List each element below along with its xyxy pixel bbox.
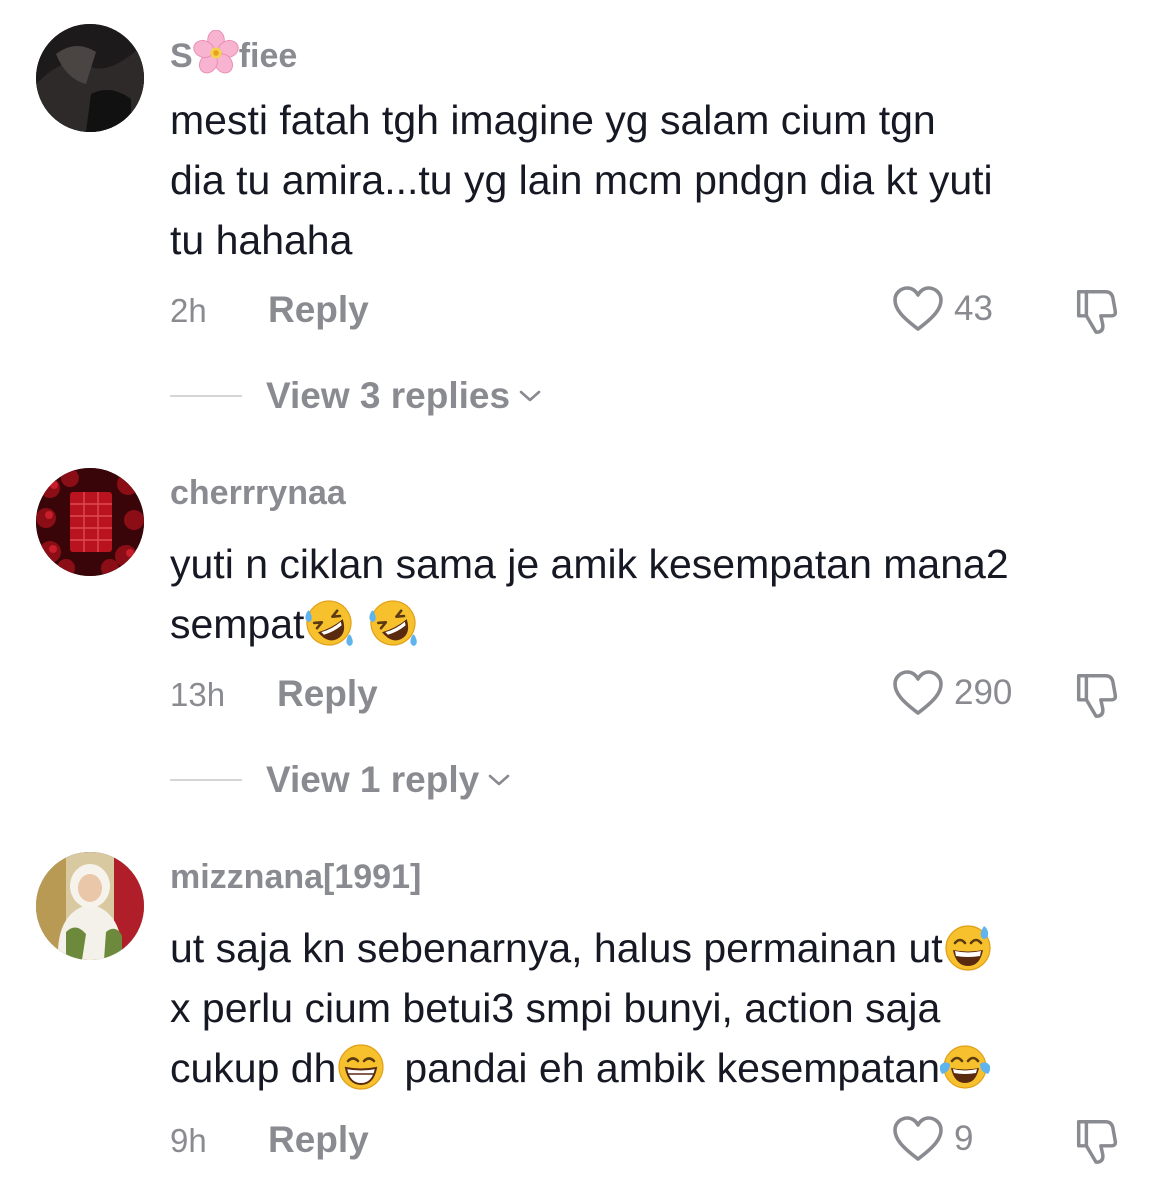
like-count: 43 (954, 289, 993, 328)
timestamp: 2h (170, 292, 207, 329)
heart-icon (892, 669, 944, 717)
rolling-on-floor-laughing-icon (304, 598, 354, 648)
timestamp: 13h (170, 676, 226, 713)
username[interactable]: mizznana[1991] (170, 858, 421, 897)
avatar[interactable] (36, 24, 144, 132)
comment-line-text: pandai eh ambik kesempatan (404, 1045, 941, 1091)
username[interactable]: cherrrynaa (170, 474, 346, 513)
avatar[interactable] (36, 468, 144, 576)
reply-button[interactable]: Reply (268, 1119, 369, 1161)
comment-text: ut saja kn sebenarnya, halus permainan u… (170, 918, 1150, 1098)
like-button[interactable]: 290 (892, 670, 1012, 716)
reply-button[interactable]: Reply (277, 673, 378, 715)
username-text: fiee (238, 37, 298, 75)
dislike-icon[interactable] (1070, 286, 1122, 336)
like-count: 290 (954, 673, 1013, 712)
view-replies-label[interactable]: View 1 reply (266, 759, 479, 801)
view-replies[interactable]: View 1 reply (170, 758, 511, 802)
comment-line-text: ut saja kn sebenarnya, halus permainan u… (170, 925, 943, 971)
tears-of-joy-icon (940, 1042, 990, 1092)
comment-line: mesti fatah tgh imagine yg salam cium tg… (170, 97, 936, 143)
heart-icon (892, 285, 944, 333)
username[interactable]: Sfiee (170, 30, 297, 76)
comment-actions: 13h Reply 290 (170, 670, 1130, 716)
divider (170, 779, 242, 781)
comment-text: mesti fatah tgh imagine yg salam cium tg… (170, 90, 1150, 270)
like-button[interactable]: 9 (892, 1116, 973, 1162)
comment-line: ut saja kn sebenarnya, halus permainan u… (170, 918, 1150, 978)
comment-line: cukup dh pandai eh ambik kesempatan (170, 1038, 1150, 1098)
comment-line-text: sempat (170, 601, 305, 647)
avatar[interactable] (36, 852, 144, 960)
rolling-on-floor-laughing-icon (368, 598, 418, 648)
timestamp: 9h (170, 1122, 207, 1159)
comment-line: sempat (170, 594, 1150, 654)
cherry-blossom-icon (193, 30, 239, 76)
comment-line: dia tu amira...tu yg lain mcm pndgn dia … (170, 157, 993, 203)
comment-line: tu hahaha (170, 217, 353, 263)
grinning-sweat-icon (943, 922, 993, 972)
view-replies[interactable]: View 3 replies (170, 374, 542, 418)
comment-line: yuti n ciklan sama je amik kesempatan ma… (170, 541, 1009, 587)
dislike-icon[interactable] (1070, 670, 1122, 720)
divider (170, 395, 242, 397)
heart-icon (892, 1115, 944, 1163)
comment-line: x perlu cium betui3 smpi bunyi, action s… (170, 985, 941, 1031)
username-text: S (170, 37, 193, 75)
view-replies-label[interactable]: View 3 replies (266, 375, 510, 417)
like-button[interactable]: 43 (892, 286, 993, 332)
comment-line-text: cukup dh (170, 1045, 337, 1091)
like-count: 9 (954, 1119, 974, 1158)
dislike-icon[interactable] (1070, 1116, 1122, 1166)
comment-actions: 2h Reply 43 (170, 286, 1130, 332)
chevron-down-icon (518, 388, 542, 404)
grinning-squinting-icon (336, 1042, 386, 1092)
comment-actions: 9h Reply 9 (170, 1116, 1130, 1162)
reply-button[interactable]: Reply (268, 289, 369, 331)
comment-text: yuti n ciklan sama je amik kesempatan ma… (170, 534, 1150, 654)
chevron-down-icon (487, 772, 511, 788)
